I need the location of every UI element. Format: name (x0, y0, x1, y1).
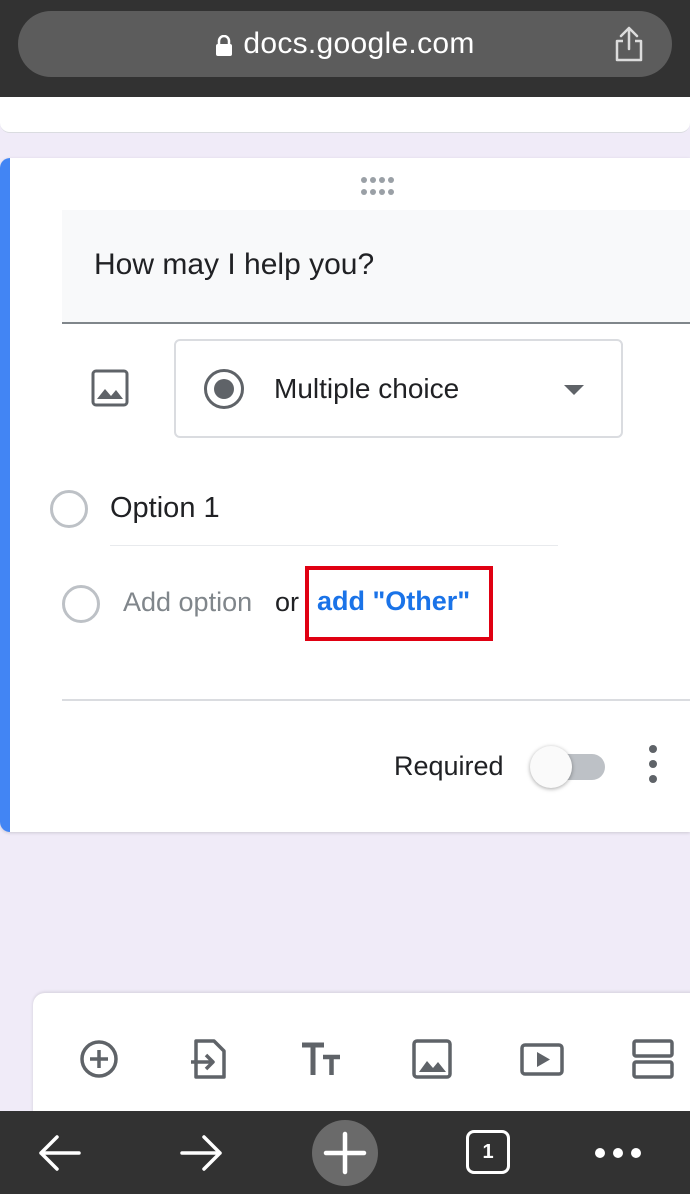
chevron-down-icon (564, 385, 584, 395)
question-title-field[interactable]: How may I help you? (62, 210, 690, 324)
question-type-label: Multiple choice (274, 373, 460, 404)
add-section-icon[interactable] (631, 1037, 675, 1081)
plus-icon (323, 1131, 367, 1175)
url-text: docs.google.com (243, 27, 475, 60)
import-questions-icon[interactable] (187, 1037, 231, 1081)
option-radio (50, 490, 88, 528)
tabs-button[interactable]: 1 (466, 1130, 510, 1174)
option-underline (110, 545, 558, 546)
radio-button-icon (204, 369, 244, 409)
add-image-icon[interactable] (410, 1037, 454, 1081)
url-display[interactable]: docs.google.com (18, 11, 672, 77)
option-label[interactable]: Option 1 (110, 492, 220, 525)
question-card[interactable]: How may I help you? Multiple choice Opti… (0, 158, 690, 832)
browser-bottom-bar: 1 (0, 1111, 690, 1194)
browser-top-bar: docs.google.com (0, 0, 690, 97)
highlight-box (305, 566, 493, 641)
required-label: Required (394, 751, 504, 781)
more-icon[interactable] (594, 1129, 642, 1177)
question-type-dropdown[interactable]: Multiple choice (174, 339, 623, 438)
more-options-icon[interactable] (646, 744, 660, 784)
forward-icon[interactable] (178, 1129, 226, 1177)
add-option-input[interactable]: Add option (123, 587, 252, 618)
add-title-icon[interactable] (299, 1037, 343, 1081)
question-title[interactable]: How may I help you? (94, 248, 374, 282)
add-video-icon[interactable] (520, 1037, 564, 1081)
back-icon[interactable] (35, 1129, 83, 1177)
lock-icon (216, 35, 233, 56)
tab-count: 1 (482, 1140, 494, 1163)
or-text: or (275, 587, 300, 617)
required-toggle-knob[interactable] (530, 746, 572, 788)
form-toolbar (33, 993, 690, 1123)
add-question-icon[interactable] (77, 1037, 121, 1081)
add-image-icon[interactable] (88, 366, 132, 410)
previous-card (0, 97, 690, 133)
active-card-accent (0, 158, 10, 832)
drag-handle-icon[interactable] (360, 176, 394, 196)
address-bar[interactable]: docs.google.com (18, 11, 672, 77)
share-icon[interactable] (612, 25, 646, 63)
add-option-radio (62, 585, 100, 623)
new-tab-button[interactable] (312, 1120, 378, 1186)
card-divider (62, 699, 690, 701)
